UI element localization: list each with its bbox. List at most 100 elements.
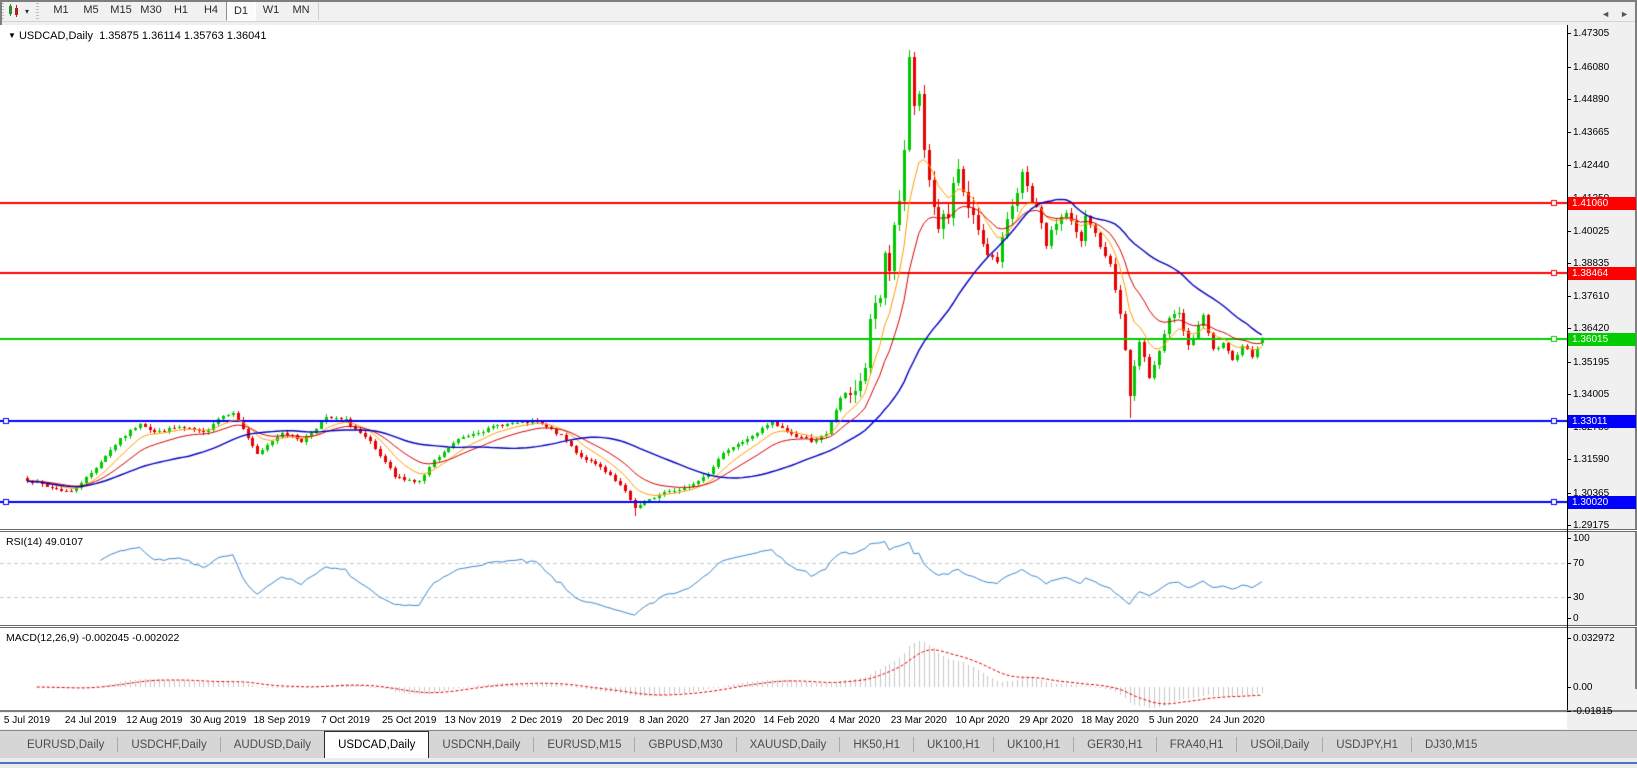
date-label: 5 Jun 2020 xyxy=(1149,715,1199,726)
chart-tab-dj30-m15[interactable]: DJ30,M15 xyxy=(1412,731,1490,758)
axis-tick-mark xyxy=(1567,263,1571,264)
timeframe-button-mn[interactable]: MN xyxy=(286,1,316,21)
date-label: 24 Jul 2019 xyxy=(65,715,117,726)
main-chart-canvas[interactable] xyxy=(0,25,1567,529)
date-label: 30 Aug 2019 xyxy=(190,715,246,726)
price-tick-label: 1.34005 xyxy=(1573,389,1609,400)
date-label: 23 Mar 2020 xyxy=(891,715,947,726)
chart-tab-usdcnh-daily[interactable]: USDCNH,Daily xyxy=(429,731,533,758)
date-label: 12 Aug 2019 xyxy=(126,715,182,726)
axis-tick-mark xyxy=(1567,231,1571,232)
rsi-tick-label: 100 xyxy=(1573,533,1590,544)
axis-tick-mark xyxy=(1567,132,1571,133)
date-label: 27 Jan 2020 xyxy=(700,715,755,726)
chart-tab-gbpusd-m30[interactable]: GBPUSD,M30 xyxy=(635,731,735,758)
timeframe-button-h1[interactable]: H1 xyxy=(166,1,196,21)
axis-tick-mark xyxy=(1567,67,1571,68)
chart-symbol: USDCAD,Daily xyxy=(19,30,93,42)
top-toolbar: ▾ M1M5M15M30H1H4D1W1MN xyxy=(0,0,1637,22)
chart-title: ▼ USDCAD,Daily 1.35875 1.36114 1.35763 1… xyxy=(8,30,267,42)
ohlc-close: 1.36041 xyxy=(227,30,267,42)
chart-tab-xauusd-daily[interactable]: XAUUSD,Daily xyxy=(737,731,840,758)
axis-tick-mark xyxy=(1567,711,1571,712)
price-tick-label: 1.37610 xyxy=(1573,291,1609,302)
axis-tick-mark xyxy=(1567,618,1571,619)
chart-tab-eurusd-m15[interactable]: EURUSD,M15 xyxy=(534,731,634,758)
tab-scroll-arrows: ◄ ► xyxy=(1601,0,1629,28)
axis-tick-mark xyxy=(1567,165,1571,166)
tab-scroll-right-icon[interactable]: ► xyxy=(1620,9,1629,19)
axis-tick-mark xyxy=(1567,99,1571,100)
price-axis-line xyxy=(1567,25,1568,710)
chart-tab-fra40-h1[interactable]: FRA40,H1 xyxy=(1157,731,1237,758)
rsi-label: RSI(14) 49.0107 xyxy=(6,536,83,548)
date-label: 10 Apr 2020 xyxy=(956,715,1010,726)
chart-tab-usdchf-daily[interactable]: USDCHF,Daily xyxy=(118,731,219,758)
date-label: 2 Dec 2019 xyxy=(511,715,562,726)
chart-tab-bar: EURUSD,DailyUSDCHF,DailyAUDUSD,DailyUSDC… xyxy=(0,730,1637,758)
chart-tab-ger30-h1[interactable]: GER30,H1 xyxy=(1074,731,1156,758)
date-label: 20 Dec 2019 xyxy=(572,715,629,726)
hline-price-tag: 1.33011 xyxy=(1568,415,1636,428)
axis-tick-mark xyxy=(1567,563,1571,564)
symbol-caret-icon[interactable]: ▼ xyxy=(8,31,16,40)
axis-tick-mark xyxy=(1567,597,1571,598)
price-tick-label: 1.40025 xyxy=(1573,226,1609,237)
toolbar-separator xyxy=(318,2,319,20)
rsi-tick-label: 30 xyxy=(1573,592,1584,603)
toolbar-grip-2[interactable] xyxy=(36,3,39,19)
chart-tab-usdcad-daily[interactable]: USDCAD,Daily xyxy=(324,731,429,758)
date-axis[interactable]: 5 Jul 201924 Jul 201912 Aug 201930 Aug 2… xyxy=(0,713,1567,729)
date-label: 18 Sep 2019 xyxy=(253,715,310,726)
price-tick-label: 1.43665 xyxy=(1573,127,1609,138)
tab-scroll-left-icon[interactable]: ◄ xyxy=(1601,9,1610,19)
timeframe-button-m30[interactable]: M30 xyxy=(136,1,166,21)
date-label: 13 Nov 2019 xyxy=(445,715,502,726)
date-label: 14 Feb 2020 xyxy=(763,715,819,726)
drawing-tool-icon[interactable] xyxy=(7,3,22,23)
chart-tab-usoil-daily[interactable]: USOil,Daily xyxy=(1237,731,1322,758)
timeframe-button-m15[interactable]: M15 xyxy=(106,1,136,21)
timeframe-button-m1[interactable]: M1 xyxy=(46,1,76,21)
hline-price-tag: 1.38464 xyxy=(1568,267,1636,280)
price-tick-label: 1.46080 xyxy=(1573,62,1609,73)
date-label: 8 Jan 2020 xyxy=(639,715,689,726)
timeframe-button-d1[interactable]: D1 xyxy=(226,1,256,21)
axis-tick-mark xyxy=(1567,525,1571,526)
rsi-tick-label: 0 xyxy=(1573,613,1579,624)
timeframe-button-w1[interactable]: W1 xyxy=(256,1,286,21)
status-strip-line xyxy=(0,762,1637,764)
price-tick-label: 1.29175 xyxy=(1573,520,1609,531)
price-tick-label: 1.42440 xyxy=(1573,160,1609,171)
macd-pane-canvas[interactable] xyxy=(0,628,1567,710)
date-label: 29 Apr 2020 xyxy=(1019,715,1073,726)
price-tick-label: 1.35195 xyxy=(1573,357,1609,368)
axis-tick-mark xyxy=(1567,687,1571,688)
axis-tick-mark xyxy=(1567,394,1571,395)
chart-tab-eurusd-daily[interactable]: EURUSD,Daily xyxy=(14,731,117,758)
rsi-pane-canvas[interactable] xyxy=(0,532,1567,625)
chart-tab-uk100-h1[interactable]: UK100,H1 xyxy=(914,731,993,758)
hline-price-tag: 1.41060 xyxy=(1568,197,1636,210)
axis-tick-mark xyxy=(1567,459,1571,460)
ohlc-low: 1.35763 xyxy=(184,30,224,42)
timeframe-button-m5[interactable]: M5 xyxy=(76,1,106,21)
timeframe-button-h4[interactable]: H4 xyxy=(196,1,226,21)
macd-tick-label: -0.01815 xyxy=(1573,706,1612,717)
status-strip xyxy=(0,758,1637,768)
hline-price-tag: 1.30020 xyxy=(1568,496,1636,509)
ohlc-high: 1.36114 xyxy=(142,30,181,42)
date-label: 7 Oct 2019 xyxy=(321,715,370,726)
price-tick-label: 1.31590 xyxy=(1573,454,1609,465)
chart-tab-hk50-h1[interactable]: HK50,H1 xyxy=(840,731,913,758)
chart-tab-audusd-daily[interactable]: AUDUSD,Daily xyxy=(221,731,324,758)
window-frame-bottom xyxy=(0,710,1637,712)
chart-tab-uk100-h1[interactable]: UK100,H1 xyxy=(994,731,1073,758)
chevron-down-icon[interactable]: ▾ xyxy=(25,7,29,16)
axis-tick-mark xyxy=(1567,638,1571,639)
chart-tab-usdjpy-h1[interactable]: USDJPY,H1 xyxy=(1323,731,1411,758)
macd-tick-label: 0.00 xyxy=(1573,682,1592,693)
hline-price-tag: 1.36015 xyxy=(1568,333,1636,346)
macd-label: MACD(12,26,9) -0.002045 -0.002022 xyxy=(6,632,179,644)
date-label: 18 May 2020 xyxy=(1081,715,1139,726)
